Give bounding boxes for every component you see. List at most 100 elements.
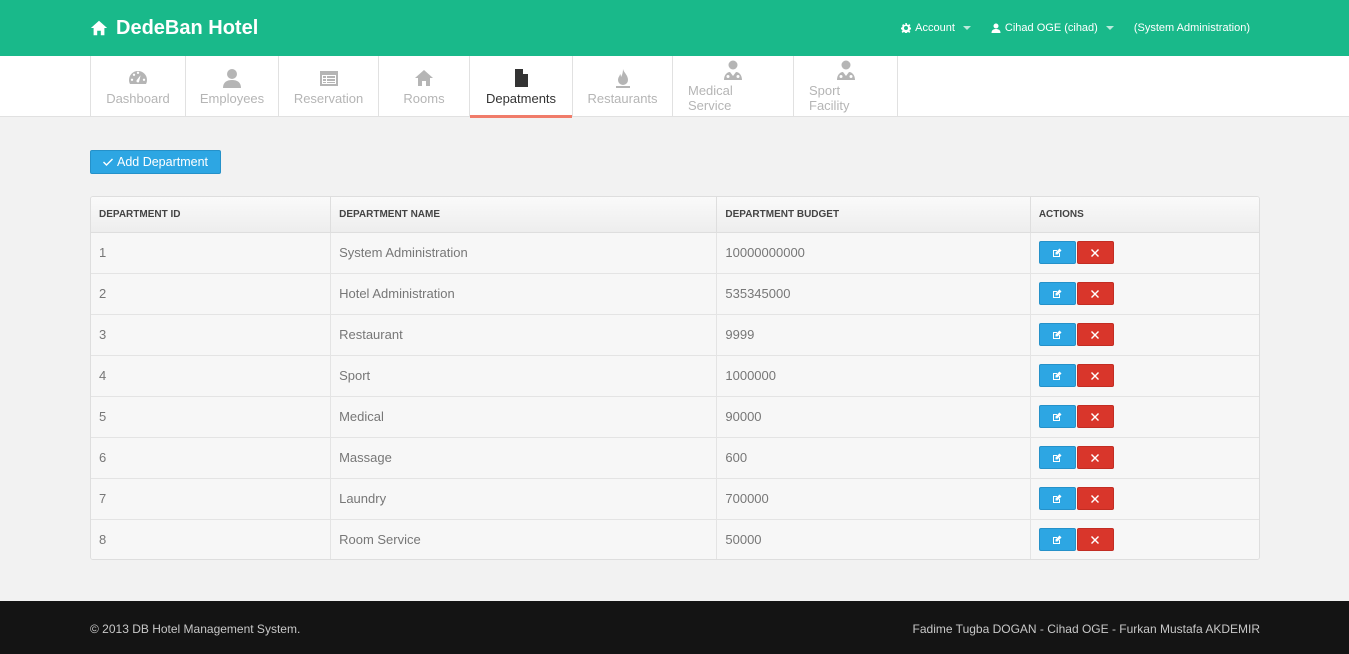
delete-button[interactable] — [1076, 487, 1114, 510]
chevron-down-icon — [1105, 26, 1114, 30]
delete-button[interactable] — [1076, 405, 1114, 428]
cell-department-budget: 9999 — [716, 314, 1031, 356]
calendar-list-icon — [319, 70, 338, 86]
edit-icon — [1052, 412, 1062, 422]
delete-button[interactable] — [1076, 528, 1114, 552]
edit-icon — [1052, 289, 1062, 299]
row-actions — [1038, 323, 1259, 346]
tab-departments[interactable]: Depatments — [469, 56, 572, 118]
cell-actions — [1030, 355, 1259, 397]
brand-title: DedeBan Hotel — [116, 16, 259, 39]
table-row: 5 Medical 90000 — [91, 396, 1259, 438]
tab-label: Restaurants — [587, 90, 658, 106]
doctor-icon — [724, 60, 742, 80]
tab-label: Reservation — [293, 90, 364, 106]
tab-reservation[interactable]: Reservation — [278, 56, 378, 117]
cell-department-budget: 535345000 — [716, 273, 1031, 315]
cell-department-name: Restaurant — [330, 314, 718, 356]
add-department-button[interactable]: Add Department — [90, 150, 221, 174]
delete-button[interactable] — [1076, 282, 1114, 305]
cell-actions — [1030, 314, 1259, 356]
edit-button[interactable] — [1038, 405, 1076, 428]
tab-dashboard[interactable]: Dashboard — [90, 56, 185, 117]
header-department-name: DEPARTMENT NAME — [330, 197, 718, 233]
cell-actions — [1030, 232, 1259, 274]
edit-icon — [1052, 248, 1062, 258]
home-icon — [90, 20, 108, 36]
top-navbar: DedeBan Hotel Account Cihad OGE (cihad) … — [0, 0, 1349, 56]
cell-department-id: 2 — [91, 273, 332, 315]
departments-table: DEPARTMENT ID DEPARTMENT NAME DEPARTMENT… — [90, 196, 1260, 560]
table-body: 1 System Administration 10000000000 2 Hotel … — [91, 232, 1259, 559]
file-icon — [515, 68, 528, 87]
user-icon — [223, 68, 241, 88]
close-icon — [1090, 289, 1100, 299]
row-actions — [1038, 446, 1259, 469]
cell-department-id: 3 — [91, 314, 332, 356]
cell-department-budget: 1000000 — [716, 355, 1031, 397]
cell-department-name: Room Service — [330, 519, 718, 559]
cell-department-budget: 50000 — [716, 519, 1031, 559]
tab-label: Rooms — [403, 90, 445, 106]
header-department-id: DEPARTMENT ID — [91, 197, 332, 233]
close-icon — [1090, 371, 1100, 381]
table-row: 8 Room Service 50000 — [91, 519, 1259, 559]
cell-department-name: Medical — [330, 396, 718, 438]
delete-button[interactable] — [1076, 364, 1114, 387]
edit-button[interactable] — [1038, 446, 1076, 469]
tab-medical-service[interactable]: Medical Service — [672, 56, 793, 117]
close-icon — [1090, 248, 1100, 258]
close-icon — [1090, 535, 1100, 545]
row-actions — [1038, 487, 1259, 510]
row-actions — [1038, 405, 1259, 428]
delete-button[interactable] — [1076, 323, 1114, 346]
account-menu[interactable]: Account — [901, 22, 971, 34]
brand-link[interactable]: DedeBan Hotel — [90, 14, 258, 42]
edit-icon — [1052, 494, 1062, 504]
cell-actions — [1030, 273, 1259, 315]
cell-department-name: System Administration — [330, 232, 718, 274]
table-row: 3 Restaurant 9999 — [91, 314, 1259, 356]
user-menu[interactable]: Cihad OGE (cihad) — [991, 22, 1114, 34]
cell-department-name: Hotel Administration — [330, 273, 718, 315]
cell-actions — [1030, 396, 1259, 438]
delete-button[interactable] — [1076, 446, 1114, 469]
gear-icon — [901, 23, 912, 33]
cell-department-id: 1 — [91, 232, 332, 274]
edit-button[interactable] — [1038, 241, 1076, 264]
delete-button[interactable] — [1076, 241, 1114, 264]
close-icon — [1090, 330, 1100, 340]
table-header-row: DEPARTMENT ID DEPARTMENT NAME DEPARTMENT… — [91, 197, 1259, 233]
cell-actions — [1030, 478, 1259, 520]
cell-department-id: 5 — [91, 396, 332, 438]
section-tabbar: Dashboard Employees Reservation Rooms De… — [0, 56, 1349, 118]
tab-restaurants[interactable]: Restaurants — [572, 56, 672, 117]
edit-button[interactable] — [1038, 364, 1076, 387]
fire-icon — [615, 68, 630, 88]
cell-department-id: 7 — [91, 478, 332, 520]
edit-icon — [1052, 330, 1062, 340]
top-nav: Account Cihad OGE (cihad) (System Admini… — [901, 19, 1250, 37]
edit-button[interactable] — [1038, 487, 1076, 510]
check-icon — [102, 158, 113, 166]
row-actions — [1038, 528, 1259, 552]
close-icon — [1090, 494, 1100, 504]
cell-department-name: Laundry — [330, 478, 718, 520]
edit-button[interactable] — [1038, 323, 1076, 346]
tab-rooms[interactable]: Rooms — [378, 56, 469, 117]
edit-icon — [1052, 371, 1062, 381]
dashboard-icon — [129, 70, 147, 84]
tab-label: Employees — [199, 90, 265, 106]
cell-department-budget: 700000 — [716, 478, 1031, 520]
tab-sport-facility[interactable]: Sport Facility — [793, 56, 898, 117]
close-icon — [1090, 412, 1100, 422]
cell-department-budget: 10000000000 — [716, 232, 1031, 274]
tab-employees[interactable]: Employees — [185, 56, 278, 117]
user-label: Cihad OGE (cihad) — [1004, 22, 1098, 34]
row-actions — [1038, 241, 1259, 264]
doctor-icon — [836, 60, 855, 80]
cell-actions — [1030, 519, 1259, 559]
edit-button[interactable] — [1038, 528, 1076, 552]
cell-department-id: 6 — [91, 437, 332, 479]
edit-button[interactable] — [1038, 282, 1076, 305]
